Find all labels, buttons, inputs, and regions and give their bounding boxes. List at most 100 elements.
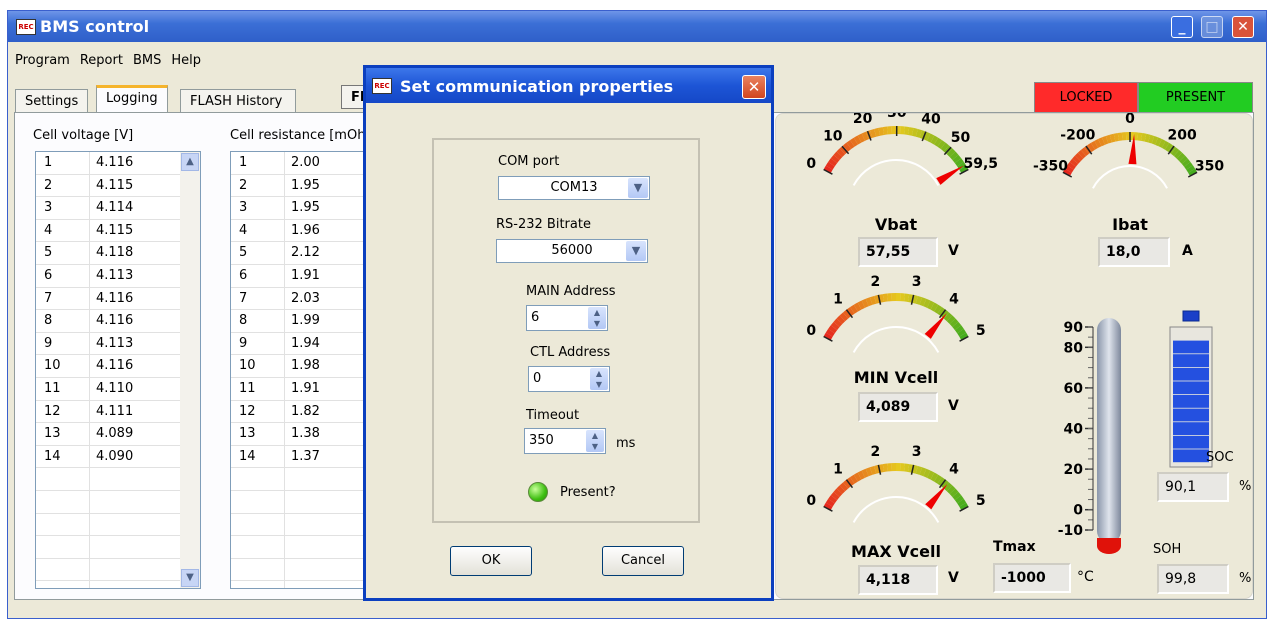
minimize-button[interactable]: _ xyxy=(1171,16,1193,38)
cell-voltage-table[interactable]: 1 4.116 2 4.115 3 4.114 4 4.115 5 4.118 6 4.113 7 4.1… xyxy=(35,151,201,589)
cv-row[interactable] xyxy=(36,514,200,537)
ibat-tick-label: 350 xyxy=(1195,159,1224,175)
cr-row[interactable]: 8 1.99 xyxy=(231,310,370,333)
ok-button[interactable]: OK xyxy=(450,546,532,576)
cr-row[interactable]: 4 1.96 xyxy=(231,220,370,243)
menu-help[interactable]: Help xyxy=(171,53,201,68)
cv-row[interactable]: 10 4.116 xyxy=(36,355,200,378)
tab-flash-history[interactable]: FLASH History xyxy=(180,89,296,113)
cv-row[interactable]: 11 4.110 xyxy=(36,378,200,401)
cr-row[interactable]: 7 2.03 xyxy=(231,288,370,311)
cv-row[interactable] xyxy=(36,468,200,491)
cell-voltage-value: 4.116 xyxy=(96,155,134,170)
timeout-spinner[interactable]: 350 ▲ ▼ xyxy=(524,428,606,454)
cell-resistance-table[interactable]: 1 2.00 2 1.95 3 1.95 4 1.96 5 2.12 6 1.91 7 2.03 8 1.99… xyxy=(230,151,370,589)
max_vcell-scale-arc xyxy=(839,482,849,492)
cv-row[interactable]: 7 4.116 xyxy=(36,288,200,311)
cv-row[interactable] xyxy=(36,536,200,559)
spinner-arrows-icon[interactable]: ▲ ▼ xyxy=(588,307,606,329)
cr-row[interactable]: 6 1.91 xyxy=(231,265,370,288)
menu-program[interactable]: Program xyxy=(15,53,70,68)
vbat-unit: V xyxy=(948,243,959,259)
cr-row[interactable]: 13 1.38 xyxy=(231,423,370,446)
cr-row[interactable]: 2 1.95 xyxy=(231,175,370,198)
cr-row[interactable]: 10 1.98 xyxy=(231,355,370,378)
max_vcell-scale-arc xyxy=(857,470,865,480)
cr-row[interactable]: 12 1.82 xyxy=(231,401,370,424)
spinner-arrows-icon[interactable]: ▲ ▼ xyxy=(590,368,608,390)
thermo-tick-label: 20 xyxy=(1064,462,1084,478)
cell-index: 11 xyxy=(44,380,61,396)
min_vcell-scale-arc xyxy=(923,298,931,308)
chevron-down-icon[interactable]: ▼ xyxy=(628,178,648,198)
dialog-close-button[interactable]: ✕ xyxy=(742,75,766,99)
ctl-address-spinner[interactable]: 0 ▲ ▼ xyxy=(528,366,610,392)
cr-row[interactable] xyxy=(231,559,370,582)
vbat-scale-arc xyxy=(833,151,843,161)
cr-row[interactable]: 14 1.37 xyxy=(231,446,370,469)
vbat-scale-arc xyxy=(853,135,862,145)
cr-row[interactable]: 5 2.12 xyxy=(231,242,370,265)
menu-report[interactable]: Report xyxy=(80,53,123,68)
dialog-title-bar[interactable]: REC Set communication properties ✕ xyxy=(366,68,771,103)
title-bar[interactable]: REC BMS control _ □ ✕ xyxy=(8,11,1266,42)
min_vcell-scale-arc xyxy=(915,295,923,305)
min-vcell-value: 4,089 xyxy=(858,392,938,422)
cr-row[interactable]: 9 1.94 xyxy=(231,333,370,356)
cv-row[interactable] xyxy=(36,559,200,582)
cv-row[interactable]: 3 4.114 xyxy=(36,197,200,220)
cv-row[interactable]: 9 4.113 xyxy=(36,333,200,356)
cell-index: 5 xyxy=(44,245,53,261)
cv-row[interactable]: 8 4.116 xyxy=(36,310,200,333)
cr-row[interactable] xyxy=(231,536,370,559)
ibat-scale-arc xyxy=(1181,158,1191,167)
cv-row[interactable] xyxy=(36,491,200,514)
vbat-tick-label: 0 xyxy=(806,156,816,172)
min_vcell-scale-arc xyxy=(946,315,956,325)
ibat-scale-arc xyxy=(1117,132,1123,141)
cv-row[interactable]: 13 4.089 xyxy=(36,423,200,446)
ibat-scale-arc xyxy=(1094,139,1102,148)
com-port-label: COM port xyxy=(498,154,560,169)
cell-voltage-scrollbar[interactable]: ▲ ▼ xyxy=(180,152,200,588)
cv-row[interactable]: 5 4.118 xyxy=(36,242,200,265)
scroll-down-icon[interactable]: ▼ xyxy=(181,569,199,587)
soc-segment xyxy=(1173,408,1209,422)
cell-resistance-value: 2.12 xyxy=(291,245,320,261)
cr-row[interactable]: 1 2.00 xyxy=(231,152,370,175)
cr-row[interactable]: 3 1.95 xyxy=(231,197,370,220)
chevron-down-icon[interactable]: ▼ xyxy=(626,241,646,261)
cell-resistance-value: 1.99 xyxy=(291,313,320,329)
ibat-scale-arc xyxy=(1087,142,1095,152)
tab-logging[interactable]: Logging xyxy=(96,85,168,113)
spinner-arrows-icon[interactable]: ▲ ▼ xyxy=(586,430,604,452)
cv-row[interactable]: 1 4.116 xyxy=(36,152,200,175)
min_vcell-scale-arc xyxy=(943,312,953,322)
menu-bms[interactable]: BMS xyxy=(133,53,161,68)
com-port-select[interactable]: COM13 ▼ xyxy=(498,176,650,200)
cell-resistance-value: 1.95 xyxy=(291,177,320,193)
cell-index: 4 xyxy=(239,222,248,238)
cv-row[interactable]: 12 4.111 xyxy=(36,401,200,424)
maximize-button[interactable]: □ xyxy=(1201,16,1223,38)
cr-row[interactable]: 11 1.91 xyxy=(231,378,370,401)
cv-row[interactable]: 14 4.090 xyxy=(36,446,200,469)
scroll-up-icon[interactable]: ▲ xyxy=(181,153,199,171)
cr-row[interactable] xyxy=(231,514,370,537)
close-button[interactable]: ✕ xyxy=(1232,16,1254,38)
cv-row[interactable]: 2 4.115 xyxy=(36,175,200,198)
cv-row[interactable]: 6 4.113 xyxy=(36,265,200,288)
cell-index: 12 xyxy=(239,403,256,419)
tab-settings[interactable]: Settings xyxy=(15,89,89,113)
cv-row[interactable]: 4 4.115 xyxy=(36,220,200,243)
cancel-button[interactable]: Cancel xyxy=(602,546,684,576)
min_vcell-scale-arc xyxy=(954,325,964,334)
cr-row[interactable] xyxy=(231,491,370,514)
bitrate-select[interactable]: 56000 ▼ xyxy=(496,239,648,263)
ibat-scale-arc xyxy=(1064,165,1074,173)
main-address-spinner[interactable]: 6 ▲ ▼ xyxy=(526,305,608,331)
min_vcell-scale-arc xyxy=(919,297,927,307)
vbat-scale-arc xyxy=(857,133,865,143)
vbat-scale-arc xyxy=(940,142,950,152)
cr-row[interactable] xyxy=(231,468,370,491)
